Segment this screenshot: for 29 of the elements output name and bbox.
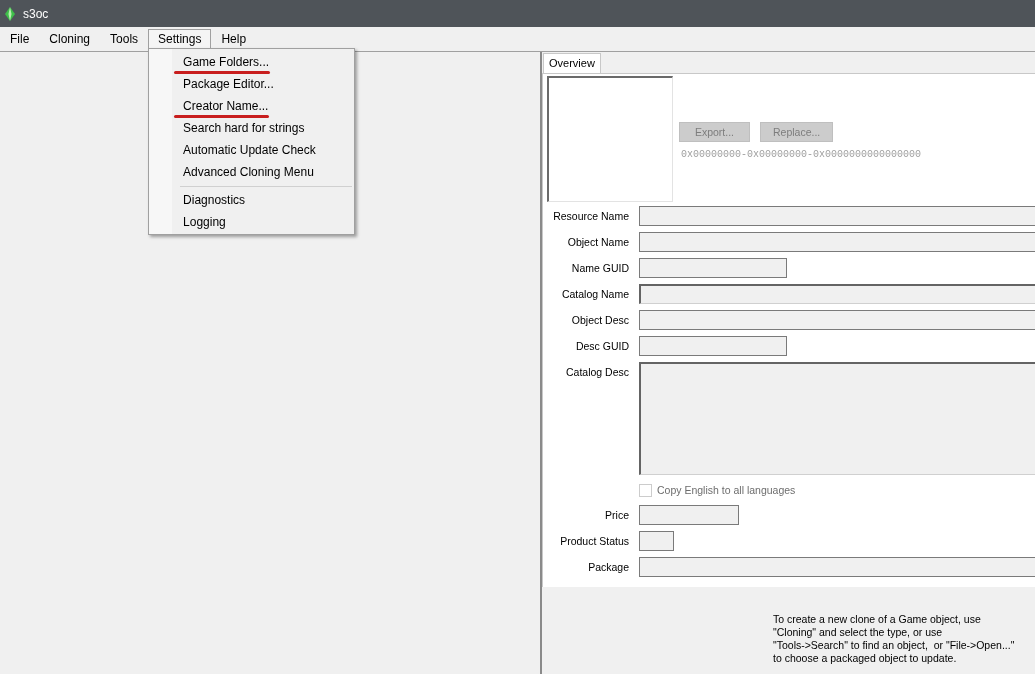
menu-item[interactable]: Package Editor... [149, 73, 355, 95]
menu-bar-item[interactable]: File [0, 29, 40, 48]
menu-bar-item[interactable]: Tools [100, 29, 149, 48]
tab[interactable]: Overview [543, 53, 601, 73]
help-text: To create a new clone of a Game object, use "Cloning" and select the type, or use "Tools->Search" to find an object, or "File->Open..." to choose a packaged object to update. [773, 613, 1016, 665]
menu-item[interactable]: Logging [149, 211, 355, 233]
field-label: Object Desc [570, 313, 629, 328]
field-label: Package [587, 560, 629, 575]
menu-bar-item[interactable]: Cloning [39, 29, 101, 48]
menu-item[interactable]: Game Folders... [149, 51, 355, 73]
window-title: s3oc [23, 6, 49, 21]
field-label: Resource Name [552, 209, 629, 224]
menu-item[interactable]: Creator Name... [149, 95, 355, 117]
field-label: Object Name [566, 235, 629, 250]
field-label: Catalog Name [560, 287, 629, 302]
checkbox-label: Copy English to all languages [657, 484, 796, 496]
field-label: Name GUID [570, 261, 629, 276]
field-label: Desc GUID [574, 339, 629, 354]
menu-item[interactable]: Diagnostics [149, 189, 355, 211]
menu-bar-item[interactable]: Settings [148, 29, 212, 48]
menu-item[interactable]: Search hard for strings [149, 117, 355, 139]
diamond-icon [5, 6, 15, 21]
menu-item[interactable]: Advanced Cloning Menu [149, 161, 355, 183]
menu-item[interactable]: Automatic Update Check [149, 139, 355, 161]
field-label: Catalog Desc [564, 365, 629, 380]
menu-bar-item[interactable]: Help [211, 29, 257, 48]
resource-key-text: 0x00000000-0x00000000-0x0000000000000000 [681, 149, 922, 160]
field-label: Product Status [559, 534, 629, 549]
field-label: Price [604, 508, 629, 523]
